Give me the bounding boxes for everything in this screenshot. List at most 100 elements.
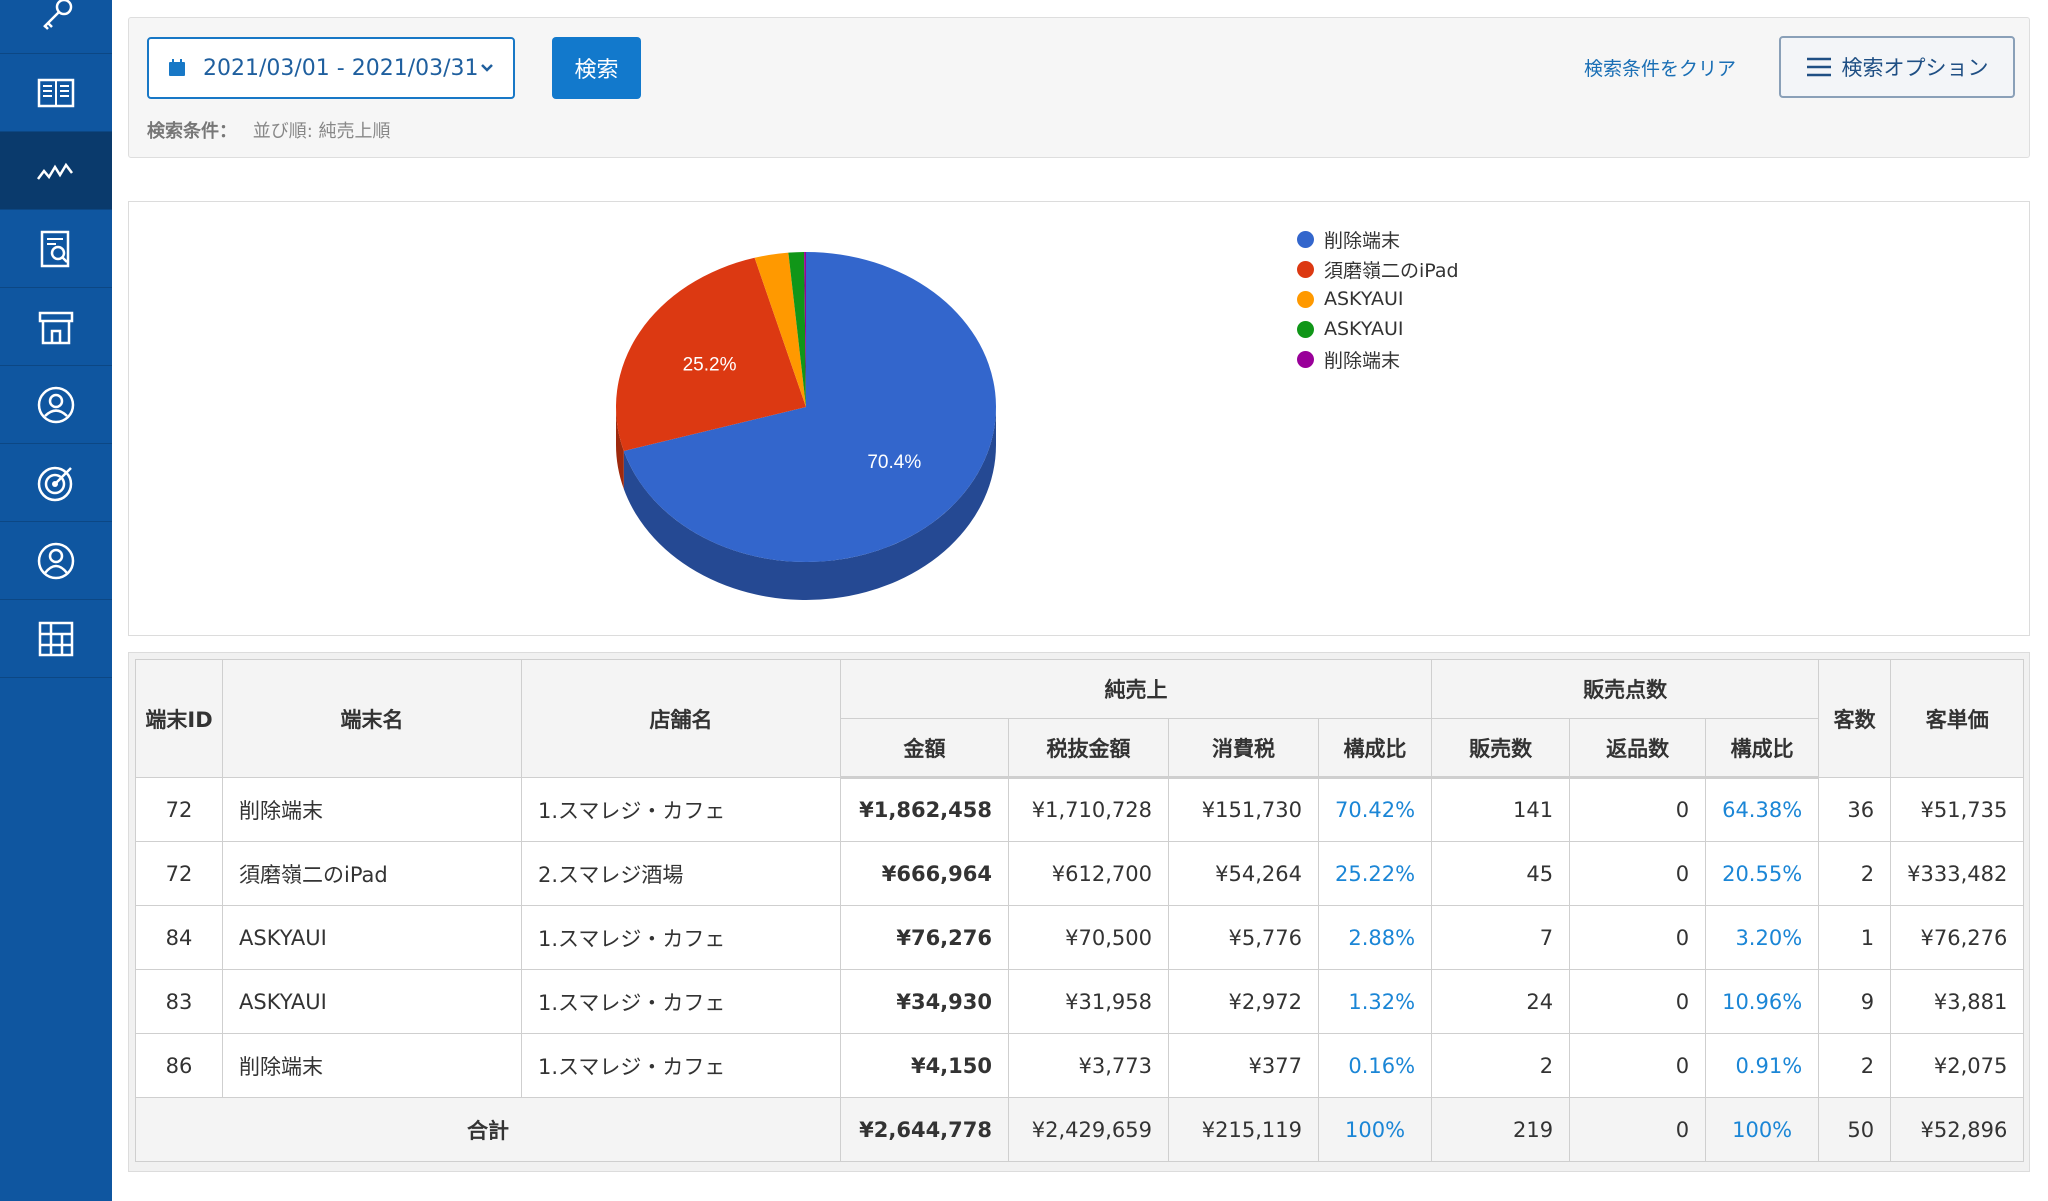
total-customers: 50: [1818, 1097, 1892, 1162]
legend-item[interactable]: 削除端末: [1297, 224, 1459, 254]
search-conditions-value: 並び順: 純売上順: [252, 121, 391, 142]
cell-returned: 0: [1569, 969, 1707, 1034]
total-returned: 0: [1569, 1097, 1707, 1162]
header-customers[interactable]: 客数: [1818, 659, 1892, 778]
legend-item[interactable]: 削除端末: [1297, 344, 1459, 374]
cell-sold: 24: [1431, 969, 1571, 1034]
cell-tax: ¥5,776: [1168, 905, 1319, 970]
cell-customers: 2: [1818, 1033, 1892, 1098]
sidebar-item-analytics[interactable]: [0, 132, 112, 210]
legend-item[interactable]: 須磨嶺二のiPad: [1297, 254, 1459, 284]
cell-count-ratio: 0.91%: [1705, 1033, 1820, 1098]
header-sold[interactable]: 販売数: [1431, 718, 1571, 779]
header-terminal-name[interactable]: 端末名: [222, 659, 522, 778]
cell-returned: 0: [1569, 905, 1707, 970]
cell-ratio: 25.22%: [1317, 841, 1433, 906]
sidebar-item-customer[interactable]: [0, 522, 112, 600]
cell-id: 72: [135, 777, 223, 842]
target-icon: [37, 466, 73, 501]
header-store-name[interactable]: 店舗名: [521, 659, 841, 778]
cell-ex-tax: ¥31,958: [1008, 969, 1169, 1034]
sidebar-item-report[interactable]: [0, 210, 112, 288]
sidebar-item-target[interactable]: [0, 444, 112, 522]
header-ex-tax[interactable]: 税抜金額: [1008, 718, 1169, 779]
cell-store: 1.スマレジ・カフェ: [521, 969, 841, 1034]
cell-id: 84: [135, 905, 223, 970]
date-range-value: 2021/03/01 - 2021/03/31: [203, 55, 479, 81]
header-avg-price[interactable]: 客単価: [1890, 659, 2025, 778]
cell-count-ratio: 3.20%: [1705, 905, 1820, 970]
cell-name: 削除端末: [222, 777, 522, 842]
report-search-icon: [40, 230, 70, 267]
header-tax[interactable]: 消費税: [1168, 718, 1319, 779]
key-icon: [43, 0, 73, 30]
sales-table: 端末ID 端末名 店舗名 純売上 販売点数 客数 客単価 金額 税抜金額 消費税…: [135, 659, 2025, 1162]
table-row: 83 ASKYAUI 1.スマレジ・カフェ ¥34,930 ¥31,958 ¥2…: [135, 969, 2025, 1034]
legend-item[interactable]: ASKYAUI: [1297, 314, 1459, 344]
cell-tax: ¥2,972: [1168, 969, 1319, 1034]
cell-count-ratio: 64.38%: [1705, 777, 1820, 842]
search-options-label: 検索オプション: [1841, 56, 1989, 80]
cell-avg: ¥76,276: [1890, 905, 2025, 970]
total-count-ratio: 100%: [1705, 1097, 1820, 1162]
cell-store: 1.スマレジ・カフェ: [521, 777, 841, 842]
table-row: 72 削除端末 1.スマレジ・カフェ ¥1,862,458 ¥1,710,728…: [135, 777, 2025, 842]
cell-sold: 7: [1431, 905, 1571, 970]
cell-customers: 1: [1818, 905, 1892, 970]
cell-tax: ¥151,730: [1168, 777, 1319, 842]
sidebar-item-grid[interactable]: [0, 600, 112, 678]
cell-name: ASKYAUI: [222, 969, 522, 1034]
pie-chart: 70.4% 25.2%: [616, 252, 996, 600]
cell-tax: ¥377: [1168, 1033, 1319, 1098]
cell-amount: ¥34,930: [840, 969, 1009, 1034]
cell-ex-tax: ¥3,773: [1008, 1033, 1169, 1098]
sidebar: [0, 0, 112, 1201]
sidebar-item-book[interactable]: [0, 54, 112, 132]
total-tax: ¥215,119: [1168, 1097, 1319, 1162]
legend-item[interactable]: ASKYAUI: [1297, 284, 1459, 314]
clear-conditions-link[interactable]: 検索条件をクリア: [1584, 54, 1736, 81]
menu-icon: [1806, 57, 1831, 77]
sidebar-item-staff[interactable]: [0, 366, 112, 444]
cell-name: 須磨嶺二のiPad: [222, 841, 522, 906]
search-conditions-label: 検索条件：: [147, 121, 237, 142]
cell-ratio: 70.42%: [1317, 777, 1433, 842]
cell-ex-tax: ¥1,710,728: [1008, 777, 1169, 842]
total-ratio: 100%: [1317, 1097, 1433, 1162]
cell-returned: 0: [1569, 777, 1707, 842]
cell-ex-tax: ¥70,500: [1008, 905, 1169, 970]
sidebar-item-key[interactable]: [0, 0, 112, 54]
cell-customers: 9: [1818, 969, 1892, 1034]
cell-name: 削除端末: [222, 1033, 522, 1098]
sales-table-panel: 端末ID 端末名 店舗名 純売上 販売点数 客数 客単価 金額 税抜金額 消費税…: [128, 652, 2030, 1172]
customer-icon: [37, 542, 75, 579]
legend-label: ASKYAUI: [1324, 288, 1404, 310]
search-conditions: 検索条件： 並び順: 純売上順: [147, 117, 391, 143]
header-terminal-id[interactable]: 端末ID: [135, 659, 223, 778]
legend-label: 削除端末: [1324, 229, 1401, 252]
cell-avg: ¥333,482: [1890, 841, 2025, 906]
store-icon: [38, 311, 74, 344]
header-count-ratio[interactable]: 構成比: [1705, 718, 1820, 779]
pie-data-label: 70.4%: [867, 452, 921, 473]
cell-ratio: 1.32%: [1317, 969, 1433, 1034]
header-amount[interactable]: 金額: [840, 718, 1009, 779]
header-returned[interactable]: 返品数: [1569, 718, 1707, 779]
cell-count-ratio: 20.55%: [1705, 841, 1820, 906]
cell-id: 83: [135, 969, 223, 1034]
cell-ex-tax: ¥612,700: [1008, 841, 1169, 906]
table-row: 72 須磨嶺二のiPad 2.スマレジ酒場 ¥666,964 ¥612,700 …: [135, 841, 2025, 906]
search-button[interactable]: 検索: [552, 37, 641, 99]
cell-amount: ¥1,862,458: [840, 777, 1009, 842]
pie-data-label: 25.2%: [683, 355, 737, 376]
sidebar-item-store[interactable]: [0, 288, 112, 366]
legend-label: 削除端末: [1324, 349, 1401, 372]
cell-id: 72: [135, 841, 223, 906]
header-ratio[interactable]: 構成比: [1317, 718, 1433, 779]
date-range-picker[interactable]: 2021/03/01 - 2021/03/31: [147, 37, 515, 99]
total-label: 合計: [135, 1097, 841, 1162]
total-sold: 219: [1431, 1097, 1571, 1162]
total-row: 合計 ¥2,644,778 ¥2,429,659 ¥215,119 100% 2…: [135, 1097, 2025, 1162]
cell-sold: 45: [1431, 841, 1571, 906]
search-options-button[interactable]: 検索オプション: [1779, 36, 2015, 98]
